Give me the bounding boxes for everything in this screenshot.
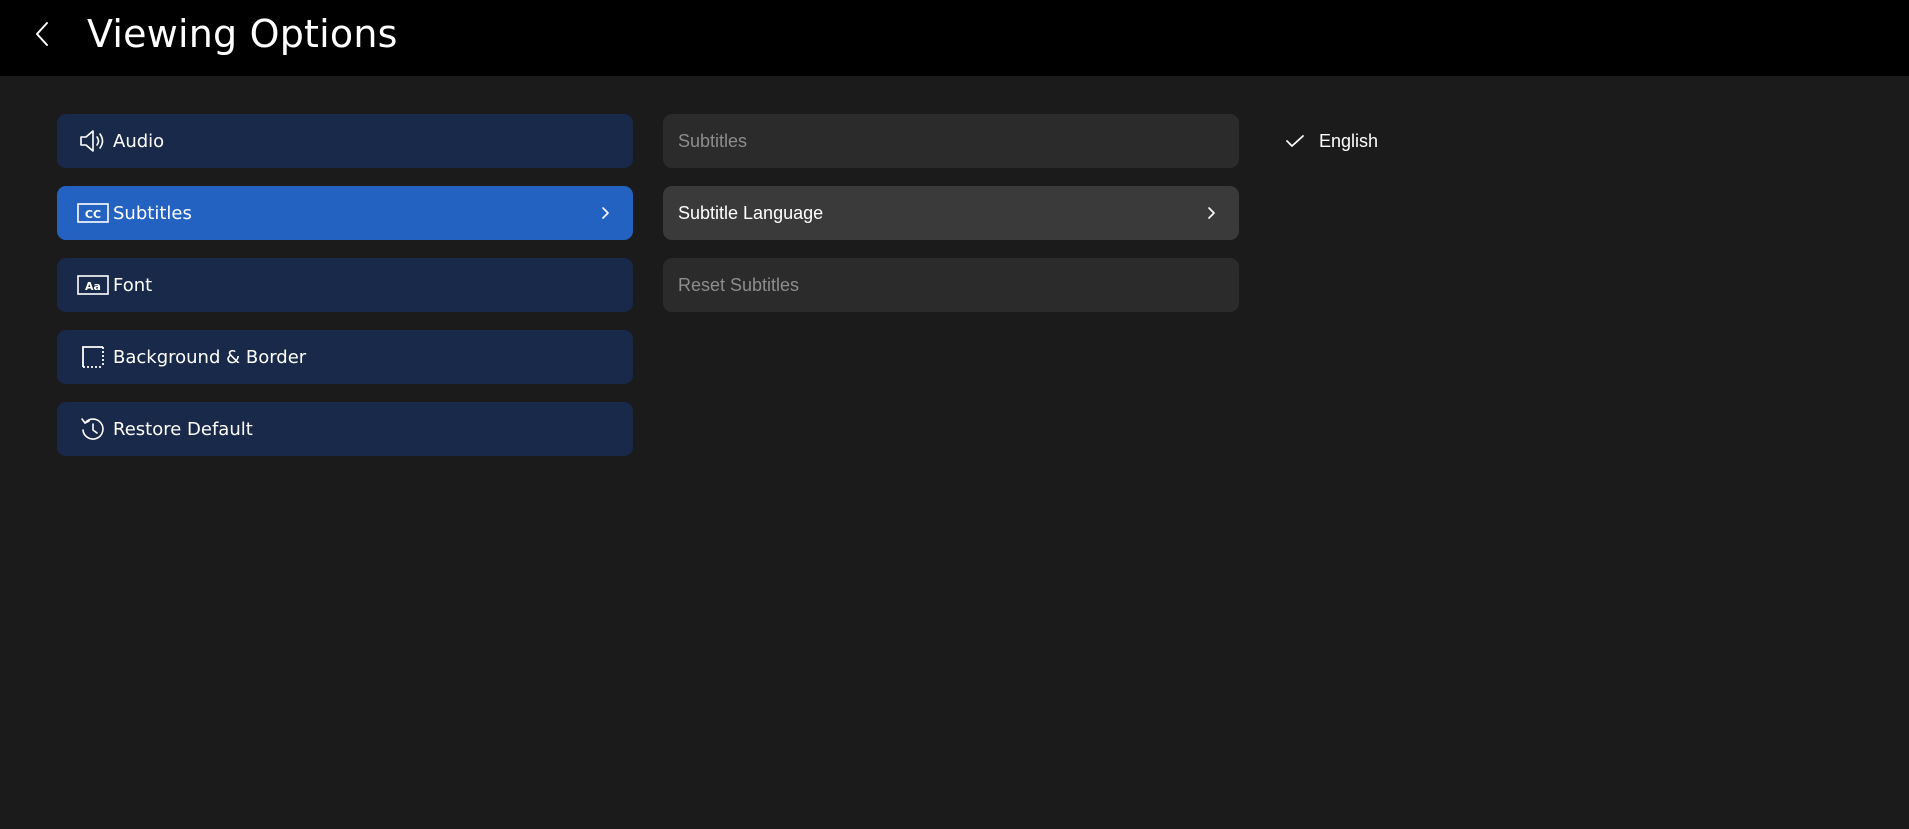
- menu-item-background-border[interactable]: Background & Border: [57, 330, 633, 384]
- submenu-item-label: Reset Subtitles: [678, 274, 800, 295]
- language-option-english[interactable]: English: [1283, 114, 1378, 168]
- restore-icon: [77, 413, 109, 445]
- back-button[interactable]: [24, 14, 60, 54]
- menu-item-subtitles[interactable]: CC Subtitles: [57, 186, 633, 240]
- svg-text:Aa: Aa: [85, 280, 101, 293]
- menu-item-restore-default[interactable]: Restore Default: [57, 402, 633, 456]
- background-border-icon: [77, 341, 109, 373]
- menu-item-label: Background & Border: [113, 346, 307, 368]
- menu-item-audio[interactable]: Audio: [57, 114, 633, 168]
- chevron-left-icon: [36, 22, 48, 46]
- language-label: English: [1319, 130, 1379, 151]
- font-aa-icon: Aa: [77, 269, 109, 301]
- submenu-item-label: Subtitle Language: [678, 202, 824, 223]
- submenu-item-subtitles[interactable]: Subtitles: [663, 114, 1239, 168]
- submenu-item-subtitle-language[interactable]: Subtitle Language: [663, 186, 1239, 240]
- menu-item-label: Font: [113, 274, 153, 296]
- checkmark-icon: [1283, 129, 1307, 153]
- submenu-item-label: Subtitles: [678, 130, 748, 151]
- menu-item-label: Subtitles: [113, 202, 192, 224]
- menu-item-label: Audio: [113, 130, 165, 152]
- speaker-icon: [77, 125, 109, 157]
- chevron-right-icon: [1201, 203, 1221, 223]
- menu-item-font[interactable]: Aa Font: [57, 258, 633, 312]
- svg-text:CC: CC: [85, 208, 101, 221]
- header-bar: Viewing Options: [0, 0, 1909, 76]
- cc-icon: CC: [77, 197, 109, 229]
- page-title: Viewing Options: [87, 12, 398, 56]
- chevron-right-icon: [595, 203, 615, 223]
- menu-item-label: Restore Default: [113, 418, 253, 440]
- submenu-item-reset-subtitles[interactable]: Reset Subtitles: [663, 258, 1239, 312]
